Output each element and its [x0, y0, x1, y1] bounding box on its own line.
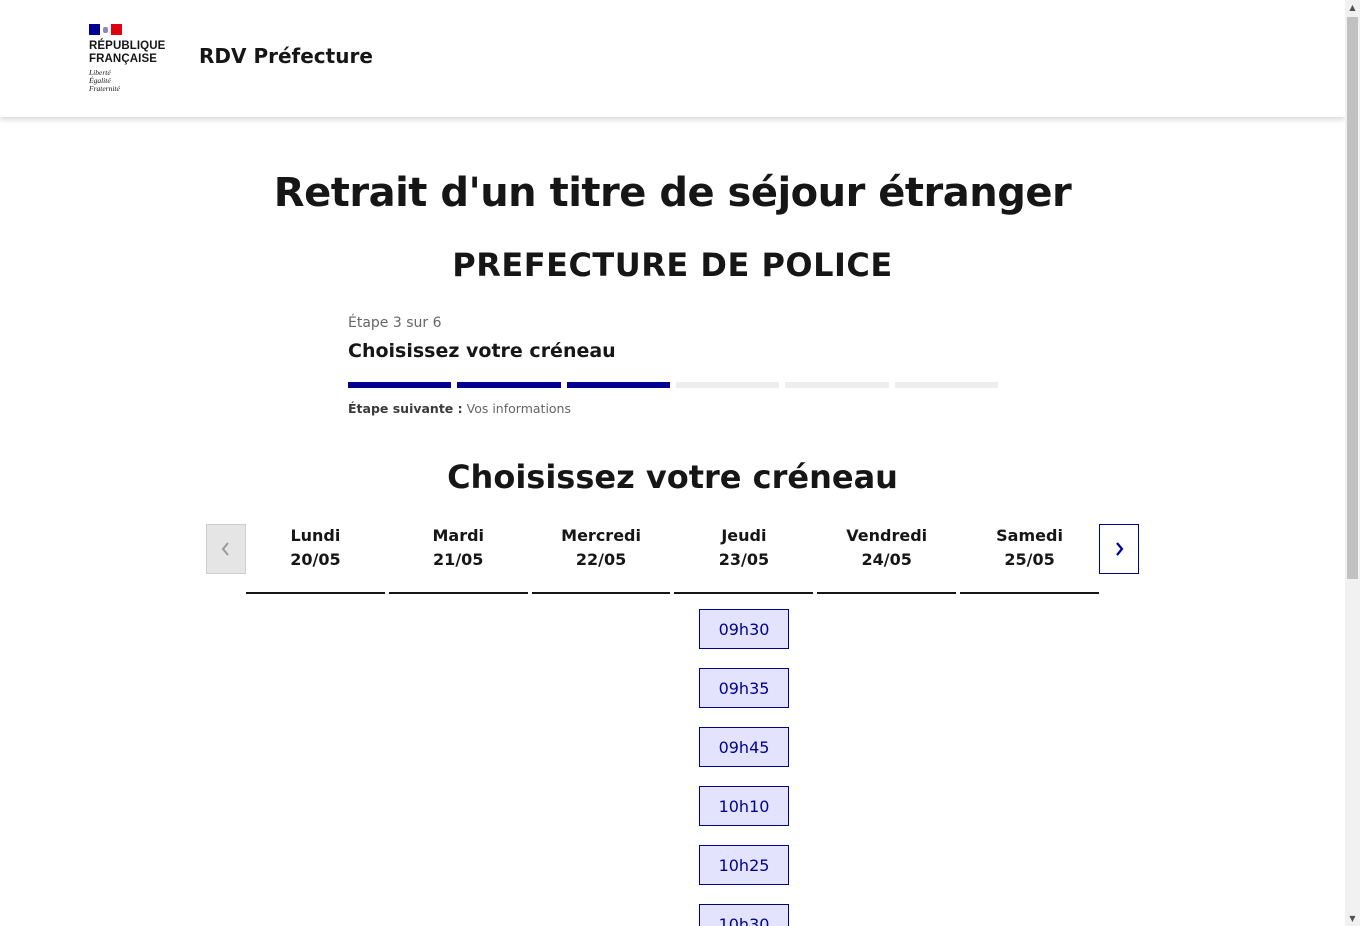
- scroll-down-arrow-icon[interactable]: ▼: [1345, 911, 1360, 926]
- chevron-left-icon: [221, 537, 231, 561]
- marianne-flag-icon: [89, 24, 122, 35]
- stepper-state: Étape 3 sur 6: [348, 315, 442, 331]
- vertical-scrollbar[interactable]: ▲ ▼: [1345, 0, 1360, 926]
- republique-francaise-logo[interactable]: RÉPUBLIQUE FRANÇAISE Liberté Égalité Fra…: [89, 24, 179, 93]
- stepper-next-label: Étape suivante :: [348, 401, 463, 416]
- chevron-right-icon: [1114, 537, 1124, 561]
- day-name: Lundi: [290, 526, 341, 545]
- scrollbar-thumb[interactable]: [1347, 17, 1358, 579]
- calendar-title: Choisissez votre créneau: [447, 458, 898, 496]
- stepper-next-value: Vos informations: [466, 401, 571, 416]
- time-slot-button[interactable]: 10h10: [699, 786, 789, 826]
- logo-text: RÉPUBLIQUE FRANÇAISE: [89, 40, 166, 65]
- day-name: Samedi: [996, 526, 1063, 545]
- time-slots-jeudi: 09h30 09h35 09h45 10h10 10h25 10h30: [699, 609, 789, 926]
- page-subtitle: PREFECTURE DE POLICE: [452, 246, 893, 284]
- day-header: Lundi 20/05: [246, 524, 385, 594]
- day-header: Mercredi 22/05: [531, 524, 671, 594]
- previous-week-button[interactable]: [206, 524, 246, 574]
- day-header: Mardi 21/05: [388, 524, 528, 594]
- day-header: Jeudi 23/05: [674, 524, 814, 594]
- stepper-progress: [348, 382, 998, 388]
- time-slot-button[interactable]: 10h30: [699, 904, 789, 926]
- stepper-segment: [348, 382, 452, 388]
- stepper: Étape 3 sur 6 Choisissez votre créneau É…: [348, 315, 998, 416]
- stepper-next-step: Étape suivante : Vos informations: [348, 401, 571, 416]
- day-name: Mercredi: [561, 526, 641, 545]
- day-date: 21/05: [433, 550, 484, 569]
- day-date: 25/05: [1004, 550, 1055, 569]
- logo-motto: Liberté Égalité Fraternité: [89, 68, 120, 93]
- day-date: 24/05: [861, 550, 912, 569]
- site-header: RÉPUBLIQUE FRANÇAISE Liberté Égalité Fra…: [0, 0, 1345, 117]
- stepper-segment: [457, 382, 561, 388]
- service-title[interactable]: RDV Préfecture: [199, 44, 373, 68]
- stepper-segment: [785, 382, 889, 388]
- day-header: Vendredi 24/05: [817, 524, 957, 594]
- stepper-segment: [894, 382, 998, 388]
- time-slot-button[interactable]: 09h45: [699, 727, 789, 767]
- time-slot-button[interactable]: 10h25: [699, 845, 789, 885]
- stepper-segment: [566, 382, 670, 388]
- day-date: 22/05: [575, 550, 627, 569]
- time-slot-button[interactable]: 09h30: [699, 609, 789, 649]
- day-name: Jeudi: [721, 526, 767, 545]
- next-week-button[interactable]: [1099, 524, 1139, 574]
- day-date: 20/05: [290, 550, 341, 569]
- page: RÉPUBLIQUE FRANÇAISE Liberté Égalité Fra…: [0, 0, 1345, 926]
- day-name: Mardi: [432, 526, 485, 545]
- stepper-segment: [675, 382, 780, 388]
- calendar-days: Lundi 20/05 Mardi 21/05 Mercredi 22/05 Jeudi 23…: [246, 524, 1099, 594]
- time-slot-button[interactable]: 09h35: [699, 668, 789, 708]
- day-name: Vendredi: [846, 526, 928, 545]
- day-header: Samedi 25/05: [960, 524, 1099, 594]
- scroll-up-arrow-icon[interactable]: ▲: [1345, 0, 1360, 15]
- stepper-title: Choisissez votre créneau: [348, 340, 616, 362]
- page-title: Retrait d'un titre de séjour étranger: [273, 170, 1072, 216]
- day-date: 23/05: [718, 550, 770, 569]
